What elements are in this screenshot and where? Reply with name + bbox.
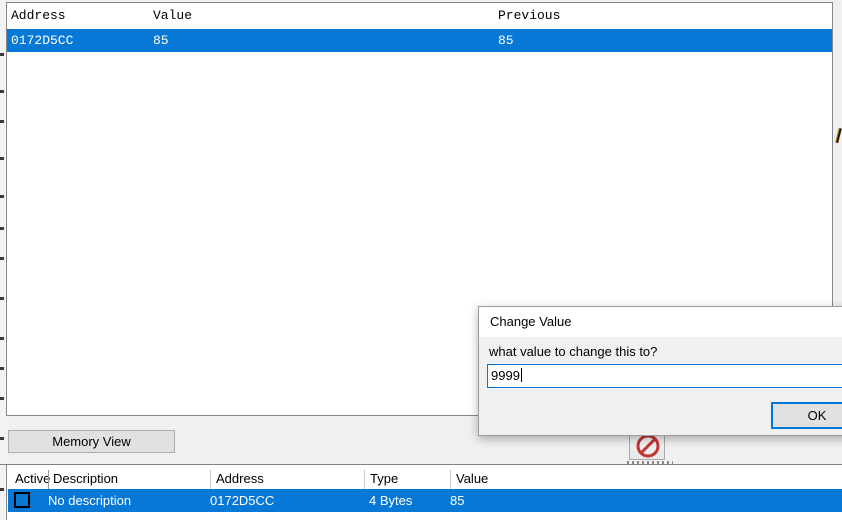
column-header-active[interactable]: Active <box>15 471 50 486</box>
column-header-description[interactable]: Description <box>53 471 118 486</box>
change-value-dialog: Change Value what value to change this t… <box>478 306 842 436</box>
scan-results-header: Address Value Previous <box>7 3 832 29</box>
column-header-value[interactable]: Value <box>456 471 488 486</box>
value-input[interactable]: 9999 <box>487 364 842 388</box>
row-description: No description <box>48 493 131 508</box>
result-value: 85 <box>153 33 169 48</box>
row-value: 85 <box>450 493 464 508</box>
cheat-table: Active Description Address Type Value No… <box>6 465 842 520</box>
active-checkbox[interactable] <box>14 492 30 508</box>
dialog-title: Change Value <box>490 314 571 329</box>
memory-view-button[interactable]: Memory View <box>8 430 175 453</box>
cheat-table-header: Active Description Address Type Value <box>7 468 842 489</box>
cheat-table-row-selected[interactable]: No description 0172D5CC 4 Bytes 85 <box>8 489 842 512</box>
column-header-previous[interactable]: Previous <box>498 8 560 23</box>
dialog-titlebar[interactable]: Change Value <box>479 307 842 337</box>
cutoff-glyph <box>835 128 842 143</box>
text-caret <box>521 368 522 382</box>
column-header-address[interactable]: Address <box>216 471 264 486</box>
row-address: 0172D5CC <box>210 493 274 508</box>
result-address: 0172D5CC <box>11 33 73 48</box>
column-header-address[interactable]: Address <box>11 8 66 23</box>
ok-button[interactable]: OK <box>771 402 842 429</box>
value-input-text: 9999 <box>491 368 520 383</box>
result-previous: 85 <box>498 33 514 48</box>
row-type: 4 Bytes <box>369 493 412 508</box>
column-header-type[interactable]: Type <box>370 471 398 486</box>
column-header-value[interactable]: Value <box>153 8 192 23</box>
scan-result-row-selected[interactable]: 0172D5CC 85 85 <box>7 29 832 52</box>
dialog-prompt: what value to change this to? <box>489 344 657 359</box>
